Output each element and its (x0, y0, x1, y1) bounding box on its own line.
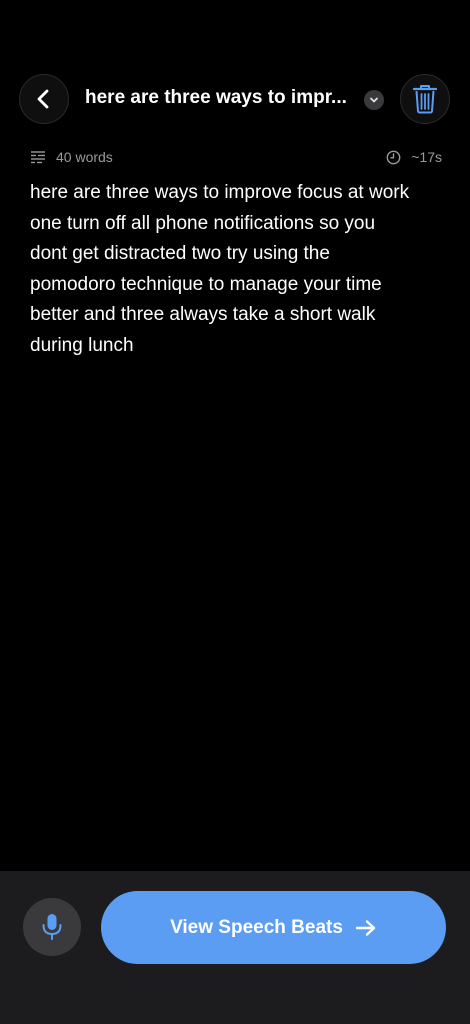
duration-label: ~17s (411, 149, 442, 165)
microphone-button[interactable] (23, 898, 81, 956)
header-bar: here are three ways to impr... (0, 74, 470, 126)
view-speech-beats-button[interactable]: View Speech Beats (101, 891, 446, 964)
page-title[interactable]: here are three ways to impr... (85, 87, 365, 109)
chevron-down-icon (370, 97, 378, 103)
transcript-line: here are three ways to improve focus at … (30, 182, 410, 203)
back-button[interactable] (19, 74, 69, 124)
meta-row: 40 words ~17s (30, 149, 442, 169)
delete-button[interactable] (400, 74, 450, 124)
microphone-icon (42, 914, 62, 940)
chevron-left-icon (37, 89, 49, 109)
transcript-line: one turn off all phone notifications so … (30, 212, 376, 234)
word-count-label: 40 words (56, 149, 113, 165)
transcript-line: during lunch (30, 334, 134, 356)
view-speech-beats-label: View Speech Beats (170, 916, 343, 938)
transcript-line: dont get distracted two try using the (30, 243, 330, 265)
transcript-text[interactable]: here are three ways to improve focus at … (30, 178, 440, 362)
duration: ~17s (386, 149, 442, 165)
transcript-line: better and three always take a short wal… (30, 304, 376, 326)
title-dropdown-button[interactable] (364, 90, 384, 110)
transcript-line: pomodoro technique to manage your time (30, 273, 382, 295)
word-count: 40 words (30, 149, 113, 165)
arrow-right-icon (355, 919, 377, 937)
text-lines-icon (31, 151, 45, 164)
trash-icon (412, 85, 438, 114)
bottom-action-bar: View Speech Beats (0, 871, 470, 1024)
clock-icon (386, 150, 401, 164)
